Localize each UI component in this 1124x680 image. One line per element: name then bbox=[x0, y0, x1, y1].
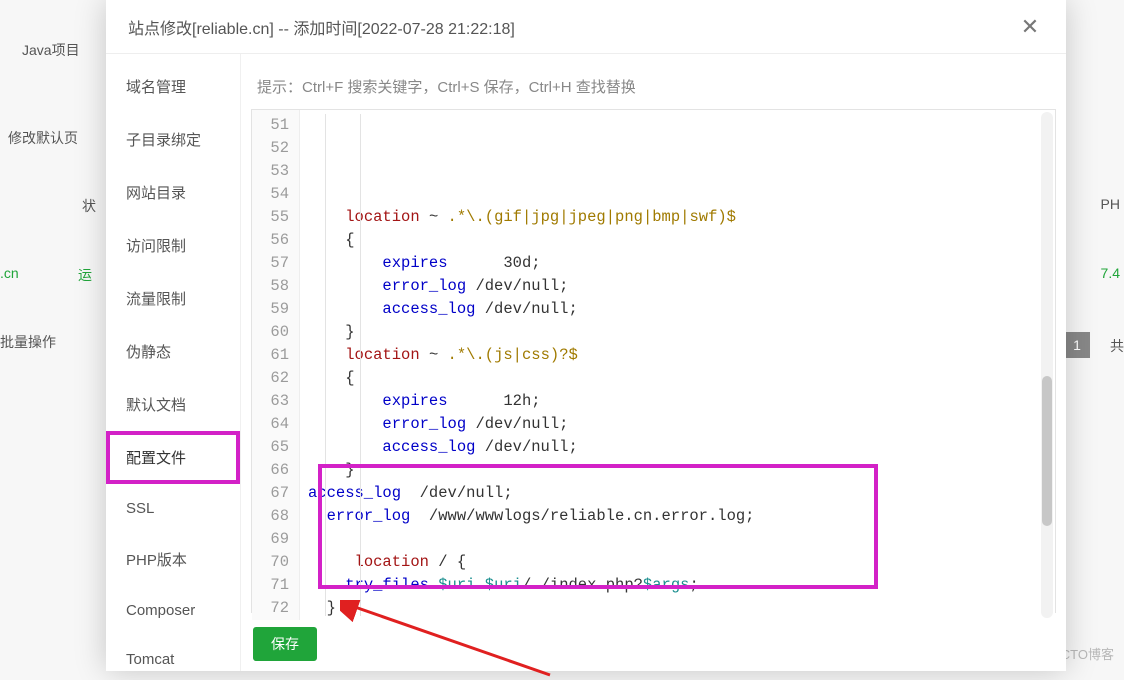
line-number: 54 bbox=[258, 183, 289, 206]
sidebar: 域名管理子目录绑定网站目录访问限制流量限制伪静态默认文档配置文件SSLPHP版本… bbox=[106, 54, 241, 671]
line-number: 63 bbox=[258, 390, 289, 413]
line-number: 68 bbox=[258, 505, 289, 528]
line-number: 64 bbox=[258, 413, 289, 436]
line-number: 58 bbox=[258, 275, 289, 298]
code-line[interactable]: try_files $uri $uri/ /index.php?$args; bbox=[308, 574, 1049, 597]
save-button[interactable]: 保存 bbox=[253, 627, 317, 661]
main-panel: 提示：Ctrl+F 搜索关键字，Ctrl+S 保存，Ctrl+H 查找替换 51… bbox=[241, 54, 1066, 671]
sidebar-item-ssl[interactable]: SSL bbox=[106, 484, 240, 533]
line-number: 51 bbox=[258, 114, 289, 137]
code-line[interactable]: error_log /dev/null; bbox=[308, 275, 1049, 298]
code-editor[interactable]: 5152535455565758596061626364656667686970… bbox=[252, 110, 1055, 620]
code-line[interactable]: error_log /dev/null; bbox=[308, 413, 1049, 436]
line-number: 69 bbox=[258, 528, 289, 551]
code-line[interactable]: location / { bbox=[308, 551, 1049, 574]
indent-guide bbox=[360, 114, 361, 616]
sidebar-item-config[interactable]: 配置文件 bbox=[106, 431, 240, 484]
code-line[interactable]: access_log /dev/null; bbox=[308, 482, 1049, 505]
line-number: 72 bbox=[258, 597, 289, 620]
line-number: 70 bbox=[258, 551, 289, 574]
modal-header: 站点修改[reliable.cn] -- 添加时间[2022-07-28 21:… bbox=[106, 0, 1066, 54]
line-number: 67 bbox=[258, 482, 289, 505]
line-number: 62 bbox=[258, 367, 289, 390]
sidebar-item-tomcat[interactable]: Tomcat bbox=[106, 635, 240, 671]
line-number: 53 bbox=[258, 160, 289, 183]
line-number: 60 bbox=[258, 321, 289, 344]
code-line[interactable]: } bbox=[308, 321, 1049, 344]
line-number: 66 bbox=[258, 459, 289, 482]
background-default-page[interactable]: 修改默认页 bbox=[8, 128, 78, 148]
code-line[interactable]: { bbox=[308, 229, 1049, 252]
background-run-cell[interactable]: 运 bbox=[78, 265, 92, 285]
background-tab-label[interactable]: Java项目 bbox=[22, 40, 80, 60]
line-number: 59 bbox=[258, 298, 289, 321]
background-php-header: PH bbox=[1101, 196, 1120, 212]
sidebar-item-access[interactable]: 访问限制 bbox=[106, 219, 240, 272]
close-icon[interactable]: ✕ bbox=[1016, 14, 1044, 40]
code-line[interactable]: location ~ .*\.(js|css)?$ bbox=[308, 344, 1049, 367]
code-line[interactable]: { bbox=[308, 367, 1049, 390]
background-page-1[interactable]: 1 bbox=[1064, 332, 1090, 358]
line-number-gutter: 5152535455565758596061626364656667686970… bbox=[252, 110, 300, 620]
sidebar-item-composer[interactable]: Composer bbox=[106, 586, 240, 635]
background-total-prefix: 共 bbox=[1110, 336, 1124, 356]
code-line[interactable]: expires 12h; bbox=[308, 390, 1049, 413]
background-bulk-btn[interactable]: 批量操作 bbox=[0, 332, 56, 352]
indent-guide bbox=[325, 114, 326, 616]
sidebar-item-sitedir[interactable]: 网站目录 bbox=[106, 166, 240, 219]
sidebar-item-traffic[interactable]: 流量限制 bbox=[106, 272, 240, 325]
code-line[interactable]: access_log /dev/null; bbox=[308, 298, 1049, 321]
editor-container: 5152535455565758596061626364656667686970… bbox=[251, 109, 1056, 613]
line-number: 55 bbox=[258, 206, 289, 229]
code-line[interactable]: } bbox=[308, 597, 1049, 620]
line-number: 71 bbox=[258, 574, 289, 597]
code-line[interactable]: access_log /dev/null; bbox=[308, 436, 1049, 459]
code-line[interactable] bbox=[308, 528, 1049, 551]
background-domain-cell[interactable]: .cn bbox=[0, 265, 19, 281]
editor-scrollbar-thumb[interactable] bbox=[1042, 376, 1052, 526]
background-status-header: 状 bbox=[82, 196, 96, 216]
editor-hint: 提示：Ctrl+F 搜索关键字，Ctrl+S 保存，Ctrl+H 查找替换 bbox=[257, 76, 1056, 97]
code-line[interactable]: error_log /www/wwwlogs/reliable.cn.error… bbox=[308, 505, 1049, 528]
sidebar-item-php[interactable]: PHP版本 bbox=[106, 533, 240, 586]
line-number: 52 bbox=[258, 137, 289, 160]
sidebar-item-pseudo[interactable]: 伪静态 bbox=[106, 325, 240, 378]
line-number: 57 bbox=[258, 252, 289, 275]
site-edit-modal: 站点修改[reliable.cn] -- 添加时间[2022-07-28 21:… bbox=[106, 0, 1066, 671]
line-number: 61 bbox=[258, 344, 289, 367]
sidebar-item-defaultdoc[interactable]: 默认文档 bbox=[106, 378, 240, 431]
modal-title: 站点修改[reliable.cn] -- 添加时间[2022-07-28 21:… bbox=[128, 15, 515, 39]
code-line[interactable]: } bbox=[308, 459, 1049, 482]
code-line[interactable]: location ~ .*\.(gif|jpg|jpeg|png|bmp|swf… bbox=[308, 206, 1049, 229]
sidebar-item-subdir[interactable]: 子目录绑定 bbox=[106, 113, 240, 166]
editor-scrollbar[interactable] bbox=[1041, 112, 1053, 618]
sidebar-item-domain[interactable]: 域名管理 bbox=[106, 60, 240, 113]
line-number: 56 bbox=[258, 229, 289, 252]
background-php-version[interactable]: 7.4 bbox=[1101, 265, 1120, 281]
line-number: 65 bbox=[258, 436, 289, 459]
code-line[interactable]: expires 30d; bbox=[308, 252, 1049, 275]
code-area[interactable]: location ~ .*\.(gif|jpg|jpeg|png|bmp|swf… bbox=[300, 110, 1055, 620]
